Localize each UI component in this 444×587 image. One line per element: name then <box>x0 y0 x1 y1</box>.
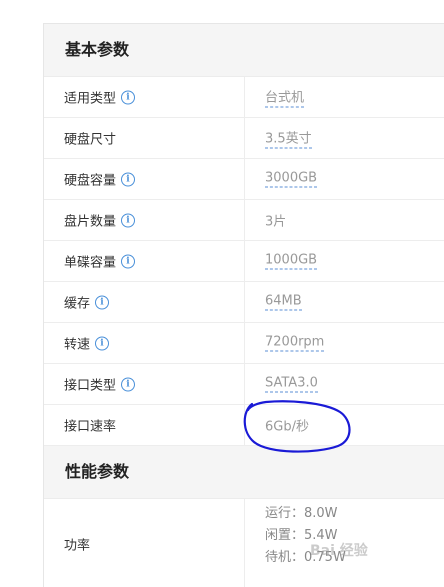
info-icon[interactable]: i <box>121 254 136 268</box>
row-label-text: 转速 <box>64 337 91 353</box>
row-label-cell: 缓存 i <box>44 282 245 322</box>
row-value-link[interactable]: 1000GB <box>265 253 318 270</box>
row-label-cell: 接口类型 i <box>44 364 245 404</box>
row-label-text: 缓存 <box>64 296 91 312</box>
row-label-cell: 适用类型 i <box>44 77 245 117</box>
row-label: 硬盘容量 i <box>64 170 136 189</box>
row-value-link[interactable]: 3000GB <box>265 171 318 188</box>
row-value-link[interactable]: SATA3.0 <box>265 376 318 393</box>
row-label: 接口类型 i <box>64 375 136 394</box>
spec-row-power: 功率 运行：8.0W 闲置：5.4W 待机：0.75W <box>44 499 444 587</box>
info-icon[interactable]: i <box>121 377 136 391</box>
row-label: 适用类型 i <box>64 88 136 107</box>
row-value-link[interactable]: 7200rpm <box>265 335 325 352</box>
row-label-text: 硬盘尺寸 <box>64 132 117 148</box>
row-value-link[interactable]: 台式机 <box>265 87 305 108</box>
row-label-text: 适用类型 <box>64 91 117 107</box>
section-header-performance: 性能参数 <box>44 446 444 499</box>
spec-row-interface-type: 接口类型 i SATA3.0 <box>44 364 444 405</box>
spec-row-platter-count: 盘片数量 i 3片 <box>44 200 444 241</box>
page: 基本参数 适用类型 i 台式机 硬盘尺寸 3.5英寸 硬盘容量 i 3000GB… <box>0 0 444 587</box>
row-label-cell: 硬盘容量 i <box>44 159 245 199</box>
section-header-basic: 基本参数 <box>44 24 444 77</box>
section-title-performance: 性能参数 <box>65 462 130 481</box>
row-label-cell: 功率 <box>44 499 245 587</box>
section-title-basic: 基本参数 <box>65 40 130 59</box>
info-icon[interactable]: i <box>95 295 110 309</box>
row-label-cell: 盘片数量 i <box>44 200 245 240</box>
row-label: 单碟容量 i <box>64 252 136 271</box>
spec-row-platter-capacity: 单碟容量 i 1000GB <box>44 241 444 282</box>
spec-row-interface-rate: 接口速率 6Gb/秒 <box>44 405 444 446</box>
info-icon[interactable]: i <box>121 90 136 104</box>
row-label-cell: 单碟容量 i <box>44 241 245 281</box>
row-label-cell: 转速 i <box>44 323 245 363</box>
spec-row-applicable-type: 适用类型 i 台式机 <box>44 77 444 118</box>
spec-row-cache: 缓存 i 64MB <box>44 282 444 323</box>
info-icon[interactable]: i <box>95 336 110 350</box>
watermark: Bai 经验 <box>310 543 368 559</box>
row-label-text: 硬盘容量 <box>64 173 117 189</box>
row-label: 功率 <box>64 534 90 553</box>
row-label-cell: 硬盘尺寸 <box>44 118 245 158</box>
power-line-running: 运行：8.0W <box>265 506 338 521</box>
row-label: 转速 i <box>64 334 110 353</box>
row-value-link[interactable]: 64MB <box>265 294 302 311</box>
row-label-cell: 接口速率 <box>44 405 245 445</box>
row-label-text: 功率 <box>64 538 91 553</box>
row-label-text: 单碟容量 <box>64 255 117 271</box>
info-icon[interactable]: i <box>121 172 136 186</box>
row-value: 6Gb/秒 <box>265 419 309 435</box>
info-icon[interactable]: i <box>121 213 136 227</box>
spec-row-rpm: 转速 i 7200rpm <box>44 323 444 364</box>
spec-row-disk-size: 硬盘尺寸 3.5英寸 <box>44 118 444 159</box>
row-value: 3片 <box>265 214 287 230</box>
spec-row-capacity: 硬盘容量 i 3000GB <box>44 159 444 200</box>
spec-panel: 基本参数 适用类型 i 台式机 硬盘尺寸 3.5英寸 硬盘容量 i 3000GB… <box>43 23 444 587</box>
row-label: 硬盘尺寸 <box>64 129 116 148</box>
row-label: 盘片数量 i <box>64 211 136 230</box>
row-label-text: 接口类型 <box>64 378 117 394</box>
row-value-link[interactable]: 3.5英寸 <box>265 128 312 149</box>
row-label-text: 盘片数量 <box>64 214 117 230</box>
row-label-text: 接口速率 <box>64 419 117 435</box>
row-label: 接口速率 <box>64 416 116 435</box>
row-label: 缓存 i <box>64 293 110 312</box>
